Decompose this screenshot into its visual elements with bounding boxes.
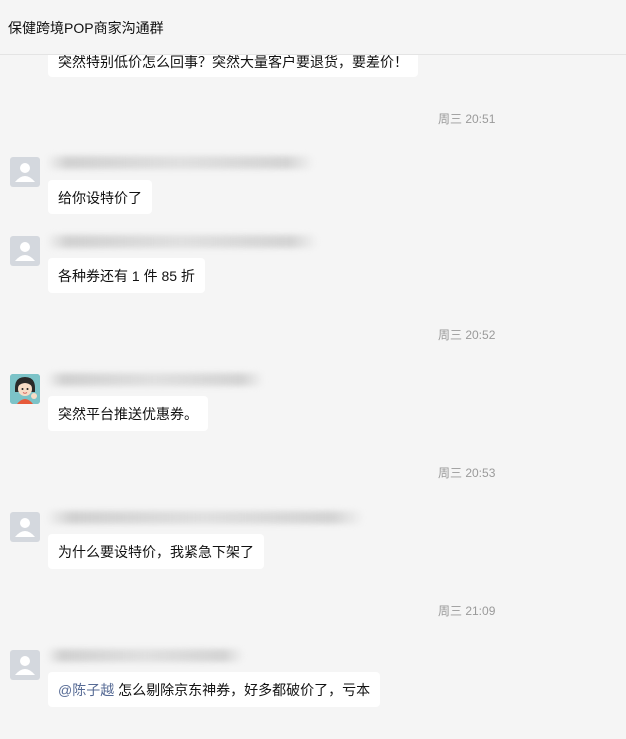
timestamp: 周三 20:52 [438,328,496,342]
message-bubble[interactable]: 为什么要设特价，我紧急下架了 [48,534,264,569]
message-bubble[interactable]: @陈子越 怎么剔除京东神券，好多都破价了，亏本 [48,672,381,707]
timestamp: 周三 21:09 [438,604,496,618]
mention-link[interactable]: @陈子越 [58,682,114,698]
avatar[interactable] [10,374,40,404]
avatar[interactable] [10,650,40,680]
chat-title: 保健跨境POP商家沟通群 [8,20,164,36]
message-text: 怎么剔除京东神券，好多都破价了，亏本 [114,682,371,698]
message-text: 各种券还有 1 件 85 折 [58,268,195,284]
person-silhouette-icon [15,242,35,261]
sender-name-redacted [46,511,364,524]
avatar[interactable] [10,512,40,542]
cartoon-girl-avatar-icon [10,374,40,404]
sender-name-redacted [46,373,264,386]
message-bubble[interactable]: 各种券还有 1 件 85 折 [48,258,205,293]
chat-header: 保健跨境POP商家沟通群 [0,0,626,55]
message-bubble[interactable]: 给你设特价了 [48,180,152,214]
avatar[interactable] [10,236,40,266]
message-text: 突然特别低价怎么回事？突然大量客户要退货，要差价！ [58,54,408,70]
timestamp: 周三 20:53 [438,466,496,480]
person-silhouette-icon [15,163,35,182]
avatar[interactable] [10,157,40,187]
person-silhouette-icon [15,656,35,675]
timestamp: 周三 20:51 [438,112,496,126]
person-silhouette-icon [15,518,35,537]
message-bubble[interactable]: 突然平台推送优惠券。 [48,396,208,431]
message-text: 突然平台推送优惠券。 [58,406,198,422]
sender-name-redacted [46,649,244,662]
message-text: 为什么要设特价，我紧急下架了 [58,544,254,560]
message-text: 给你设特价了 [58,190,142,206]
sender-name-redacted [46,235,318,248]
sender-name-redacted [46,156,314,169]
